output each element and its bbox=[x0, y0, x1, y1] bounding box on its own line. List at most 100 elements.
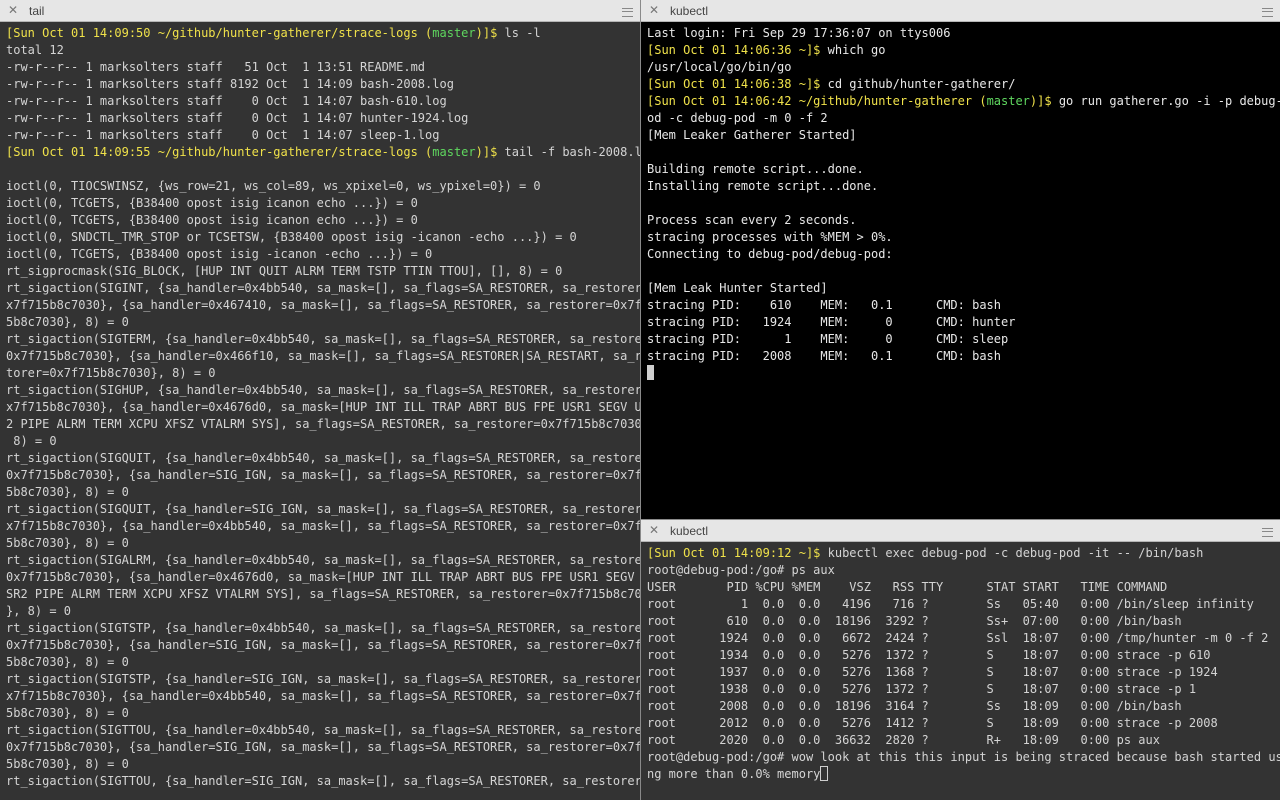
hamburger-menu-icon[interactable] bbox=[1262, 8, 1273, 17]
text-cursor bbox=[647, 365, 654, 380]
terminal-line: ioctl(0, TCGETS, {B38400 opost isig -ica… bbox=[6, 246, 640, 263]
output-text: root 2020 0.0 0.0 36632 2820 ? R+ 18:09 … bbox=[647, 733, 1160, 747]
terminal-line: -rw-r--r-- 1 marksolters staff 8192 Oct … bbox=[6, 76, 640, 93]
output-text: Installing remote script...done. bbox=[647, 179, 879, 193]
output-text: 5b8c7030}, 8) = 0 bbox=[6, 757, 129, 771]
terminal-line: root 1938 0.0 0.0 5276 1372 ? S 18:07 0:… bbox=[647, 681, 1280, 698]
terminal-line: ng more than 0.0% memory bbox=[647, 766, 1280, 783]
terminal-line: rt_sigaction(SIGALRM, {sa_handler=0x4bb5… bbox=[6, 552, 640, 569]
terminal-line: x7f715b8c7030}, {sa_handler=0x4bb540, sa… bbox=[6, 688, 640, 705]
close-icon[interactable]: ✕ bbox=[649, 523, 659, 537]
output-text: root 2008 0.0 0.0 18196 3164 ? Ss 18:09 … bbox=[647, 699, 1182, 713]
output-text: rt_sigaction(SIGTSTP, {sa_handler=SIG_IG… bbox=[6, 672, 640, 686]
terminal-line: ioctl(0, TCGETS, {B38400 opost isig ican… bbox=[6, 195, 640, 212]
terminal-line: [Sun Oct 01 14:06:36 ~]$ which go bbox=[647, 42, 1280, 59]
hamburger-menu-icon[interactable] bbox=[1262, 528, 1273, 537]
hamburger-menu-icon[interactable] bbox=[622, 8, 633, 17]
terminal-line: rt_sigaction(SIGTSTP, {sa_handler=SIG_IG… bbox=[6, 671, 640, 688]
output-text: [Mem Leaker Gatherer Started] bbox=[647, 128, 857, 142]
prompt-text: [Sun Oct 01 14:09:50 ~/github/hunter-gat… bbox=[6, 26, 433, 40]
terminal-line: [Sun Oct 01 14:09:12 ~]$ kubectl exec de… bbox=[647, 545, 1280, 562]
output-text: 0x7f715b8c7030}, {sa_handler=0x466f10, s… bbox=[6, 349, 640, 363]
close-icon[interactable]: ✕ bbox=[8, 3, 18, 17]
output-text: rt_sigaction(SIGQUIT, {sa_handler=SIG_IG… bbox=[6, 502, 640, 516]
terminal-line: [Sun Oct 01 14:09:50 ~/github/hunter-gat… bbox=[6, 25, 640, 42]
terminal-line: -rw-r--r-- 1 marksolters staff 0 Oct 1 1… bbox=[6, 93, 640, 110]
output-text: /usr/local/go/bin/go bbox=[647, 60, 792, 74]
terminal-line: root 610 0.0 0.0 18196 3292 ? Ss+ 07:00 … bbox=[647, 613, 1280, 630]
terminal-line: rt_sigaction(SIGTTOU, {sa_handler=SIG_IG… bbox=[6, 773, 640, 790]
terminal-line: stracing PID: 1 MEM: 0 CMD: sleep bbox=[647, 331, 1280, 348]
output-text: rt_sigaction(SIGTTOU, {sa_handler=0x4bb5… bbox=[6, 723, 640, 737]
output-text: rt_sigaction(SIGINT, {sa_handler=0x4bb54… bbox=[6, 281, 640, 295]
output-text: ls -l bbox=[504, 26, 541, 40]
terminal-line: Building remote script...done. bbox=[647, 161, 1280, 178]
terminal-output[interactable]: [Sun Oct 01 14:09:12 ~]$ kubectl exec de… bbox=[641, 542, 1280, 800]
git-branch-text: master bbox=[986, 94, 1030, 108]
close-icon[interactable]: ✕ bbox=[649, 3, 659, 17]
output-text: rt_sigaction(SIGTTOU, {sa_handler=SIG_IG… bbox=[6, 774, 640, 788]
terminal-output[interactable]: Last login: Fri Sep 29 17:36:07 on ttys0… bbox=[641, 22, 1280, 519]
output-text: x7f715b8c7030}, {sa_handler=0x467410, sa… bbox=[6, 298, 640, 312]
output-text: -rw-r--r-- 1 marksolters staff 51 Oct 1 … bbox=[6, 60, 426, 74]
terminal-line: 8) = 0 bbox=[6, 433, 640, 450]
output-text: rt_sigaction(SIGALRM, {sa_handler=0x4bb5… bbox=[6, 553, 640, 567]
terminal-line: total 12 bbox=[6, 42, 640, 59]
prompt-text: [Sun Oct 01 14:06:42 ~/github/hunter-gat… bbox=[647, 94, 987, 108]
output-text: 5b8c7030}, 8) = 0 bbox=[6, 655, 129, 669]
terminal-output[interactable]: [Sun Oct 01 14:09:50 ~/github/hunter-gat… bbox=[0, 22, 640, 800]
terminal-line: root 2012 0.0 0.0 5276 1412 ? S 18:09 0:… bbox=[647, 715, 1280, 732]
terminal-line: 0x7f715b8c7030}, {sa_handler=SIG_IGN, sa… bbox=[6, 739, 640, 756]
terminal-line: 0x7f715b8c7030}, {sa_handler=SIG_IGN, sa… bbox=[6, 637, 640, 654]
output-text: kubectl exec debug-pod -c debug-pod -it … bbox=[827, 546, 1204, 560]
prompt-text: [Sun Oct 01 14:06:36 ~]$ bbox=[647, 43, 828, 57]
text-cursor bbox=[820, 766, 829, 781]
output-text: total 12 bbox=[6, 43, 64, 57]
terminal-line: 5b8c7030}, 8) = 0 bbox=[6, 654, 640, 671]
terminal-line: 5b8c7030}, 8) = 0 bbox=[6, 705, 640, 722]
output-text: 5b8c7030}, 8) = 0 bbox=[6, 485, 129, 499]
kubectl-bottom-terminal-pane[interactable]: ✕ kubectl [Sun Oct 01 14:09:12 ~]$ kubec… bbox=[641, 520, 1280, 800]
output-text: stracing PID: 1924 MEM: 0 CMD: hunter bbox=[647, 315, 1016, 329]
terminal-line: rt_sigprocmask(SIG_BLOCK, [HUP INT QUIT … bbox=[6, 263, 640, 280]
output-text: ioctl(0, SNDCTL_TMR_STOP or TCSETSW, {B3… bbox=[6, 230, 577, 244]
terminal-line bbox=[647, 365, 1280, 382]
terminal-line: Installing remote script...done. bbox=[647, 178, 1280, 195]
output-text: root 1934 0.0 0.0 5276 1372 ? S 18:07 0:… bbox=[647, 648, 1211, 662]
output-text: 5b8c7030}, 8) = 0 bbox=[6, 706, 129, 720]
terminal-line: root 2020 0.0 0.0 36632 2820 ? R+ 18:09 … bbox=[647, 732, 1280, 749]
terminal-line: ioctl(0, TIOCSWINSZ, {ws_row=21, ws_col=… bbox=[6, 178, 640, 195]
tab-title: kubectl bbox=[670, 524, 709, 538]
output-text: root 610 0.0 0.0 18196 3292 ? Ss+ 07:00 … bbox=[647, 614, 1182, 628]
output-text: x7f715b8c7030}, {sa_handler=0x4bb540, sa… bbox=[6, 689, 640, 703]
output-text: rt_sigaction(SIGTERM, {sa_handler=0x4bb5… bbox=[6, 332, 640, 346]
output-text: Process scan every 2 seconds. bbox=[647, 213, 857, 227]
output-text: x7f715b8c7030}, {sa_handler=0x4bb540, sa… bbox=[6, 519, 640, 533]
terminal-line: rt_sigaction(SIGINT, {sa_handler=0x4bb54… bbox=[6, 280, 640, 297]
terminal-line: root@debug-pod:/go# wow look at this thi… bbox=[647, 749, 1280, 766]
output-text: Connecting to debug-pod/debug-pod: bbox=[647, 247, 893, 261]
tail-terminal-pane[interactable]: ✕ tail [Sun Oct 01 14:09:50 ~/github/hun… bbox=[0, 0, 640, 800]
output-text: x7f715b8c7030}, {sa_handler=0x4676d0, sa… bbox=[6, 400, 640, 414]
output-text: root 1924 0.0 0.0 6672 2424 ? Ssl 18:07 … bbox=[647, 631, 1269, 645]
terminal-line: od -c debug-pod -m 0 -f 2 bbox=[647, 110, 1280, 127]
terminal-line: 5b8c7030}, 8) = 0 bbox=[6, 535, 640, 552]
output-text: rt_sigaction(SIGHUP, {sa_handler=0x4bb54… bbox=[6, 383, 640, 397]
terminal-line: rt_sigaction(SIGTTOU, {sa_handler=0x4bb5… bbox=[6, 722, 640, 739]
output-text: 8) = 0 bbox=[6, 434, 57, 448]
output-text: ioctl(0, TIOCSWINSZ, {ws_row=21, ws_col=… bbox=[6, 179, 541, 193]
prompt-text: [Sun Oct 01 14:06:38 ~]$ bbox=[647, 77, 828, 91]
output-text: root 2012 0.0 0.0 5276 1412 ? S 18:09 0:… bbox=[647, 716, 1218, 730]
output-text: 0x7f715b8c7030}, {sa_handler=0x4676d0, s… bbox=[6, 570, 640, 584]
terminal-line: root 2008 0.0 0.0 18196 3164 ? Ss 18:09 … bbox=[647, 698, 1280, 715]
kubectl-top-terminal-pane[interactable]: ✕ kubectl Last login: Fri Sep 29 17:36:0… bbox=[641, 0, 1280, 519]
output-text: root 1937 0.0 0.0 5276 1368 ? S 18:07 0:… bbox=[647, 665, 1218, 679]
terminal-line: rt_sigaction(SIGQUIT, {sa_handler=SIG_IG… bbox=[6, 501, 640, 518]
output-text: stracing PID: 1 MEM: 0 CMD: sleep bbox=[647, 332, 1009, 346]
terminal-line: rt_sigaction(SIGTERM, {sa_handler=0x4bb5… bbox=[6, 331, 640, 348]
kubectl-bottom-tab-bar: ✕ kubectl bbox=[641, 520, 1280, 542]
